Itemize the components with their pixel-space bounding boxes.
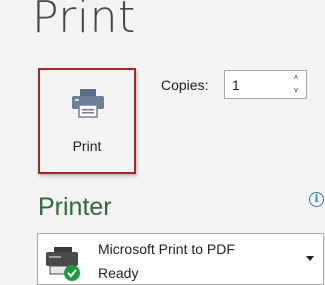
chevron-down-icon[interactable]: ˅ xyxy=(290,85,302,97)
printer-name: Microsoft Print to PDF xyxy=(98,241,235,257)
chevron-down-icon[interactable] xyxy=(306,256,314,261)
copies-value[interactable]: 1 xyxy=(232,77,240,93)
printer-status: Ready xyxy=(98,265,139,281)
print-button-label: Print xyxy=(72,138,102,154)
copies-label: Copies: xyxy=(161,77,209,93)
printer-section-title: Printer xyxy=(38,193,112,221)
page-title: Print xyxy=(32,0,136,43)
copies-stepper[interactable]: 1 ˄ ˅ xyxy=(224,70,307,99)
printer-ready-icon xyxy=(46,247,80,281)
chevron-up-icon[interactable]: ˄ xyxy=(290,72,302,84)
printer-dropdown[interactable]: Microsoft Print to PDF Ready xyxy=(37,233,324,285)
info-icon[interactable]: i xyxy=(309,192,324,207)
print-button[interactable]: Print xyxy=(38,68,136,174)
printer-icon xyxy=(72,89,104,118)
